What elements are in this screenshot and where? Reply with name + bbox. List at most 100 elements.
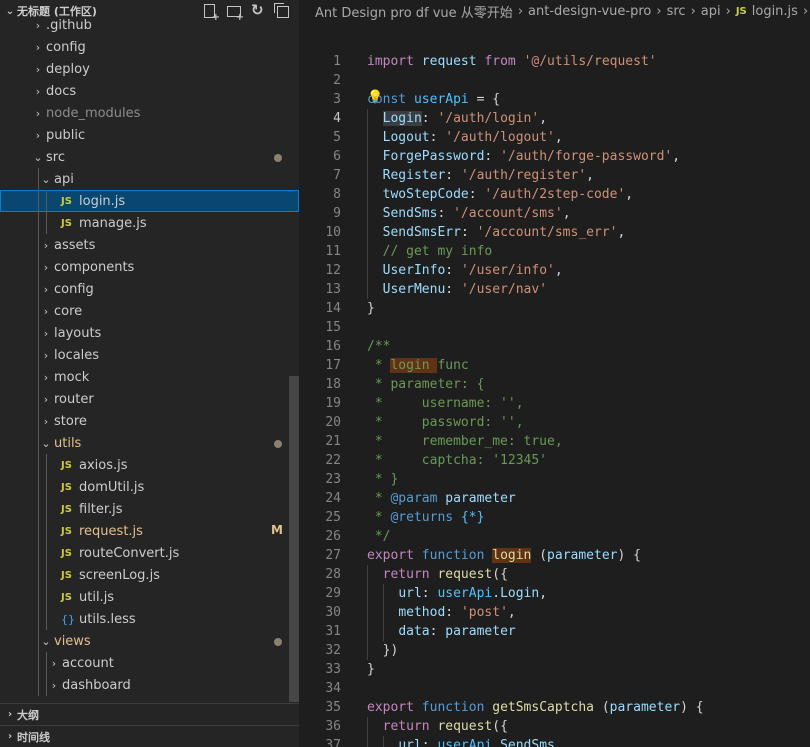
code-line[interactable]: 33}: [299, 660, 810, 679]
line-number: 19: [325, 396, 341, 411]
tree-item-dashboard[interactable]: › dashboard: [0, 674, 299, 696]
code-line[interactable]: 20 * password: '',: [299, 413, 810, 432]
timeline-panel-header[interactable]: › 时间线: [0, 725, 299, 747]
tree-item-util-js[interactable]: JS util.js: [0, 586, 299, 608]
tree-item-layouts[interactable]: › layouts: [0, 322, 299, 344]
breadcrumb-item[interactable]: Ant Design pro df vue 从零开始: [315, 2, 513, 21]
sidebar-scrollbar[interactable]: [289, 376, 299, 702]
tree-item-routeconvert-js[interactable]: JS routeConvert.js: [0, 542, 299, 564]
code-line[interactable]: 5 Logout: '/auth/logout',: [299, 128, 810, 147]
tree-item-utils[interactable]: ⌄ utils: [0, 432, 299, 454]
code-line[interactable]: 23 * }: [299, 470, 810, 489]
code-line[interactable]: 25 * @returns {*}: [299, 508, 810, 527]
code-line[interactable]: 36 return request({: [299, 717, 810, 736]
code-token: ) {: [617, 548, 641, 563]
code-line[interactable]: 14}: [299, 299, 810, 318]
code-line[interactable]: 27 export function login (parameter) {: [299, 546, 810, 565]
code-line[interactable]: 18 * parameter: {: [299, 375, 810, 394]
code-line[interactable]: 19 * username: '',: [299, 394, 810, 413]
code-line[interactable]: 16 /**: [299, 337, 810, 356]
code-line[interactable]: 15: [299, 318, 810, 337]
code-line[interactable]: 13 UserMenu: '/user/nav': [299, 280, 810, 299]
code-line[interactable]: 31 data: parameter: [299, 622, 810, 641]
code-line[interactable]: 37 url: userApi.SendSms,: [299, 736, 810, 747]
code-line[interactable]: 9 SendSms: '/account/sms',: [299, 204, 810, 223]
code-token: getSmsCaptcha: [492, 700, 594, 715]
tree-item-core[interactable]: › core: [0, 300, 299, 322]
code-line[interactable]: 32 }): [299, 641, 810, 660]
code-line[interactable]: 34: [299, 679, 810, 698]
tree-item-store[interactable]: › store: [0, 410, 299, 432]
code-line[interactable]: 29 url: userApi.Login,: [299, 584, 810, 603]
code-line[interactable]: 11 // get my info: [299, 242, 810, 261]
tree-item-screenlog-js[interactable]: JS screenLog.js: [0, 564, 299, 586]
tree-item-public[interactable]: › public: [0, 124, 299, 146]
tree-item-login-js[interactable]: JS login.js: [0, 190, 299, 212]
breadcrumb-item[interactable]: api: [701, 4, 721, 19]
tree-item-views[interactable]: ⌄ views: [0, 630, 299, 652]
code-line[interactable]: 35 export function getSmsCaptcha (paramet…: [299, 698, 810, 717]
code-line[interactable]: 7 Register: '/auth/register',: [299, 166, 810, 185]
tree-item-src[interactable]: ⌄ src: [0, 146, 299, 168]
breadcrumb-item[interactable]: ant-design-vue-pro: [528, 4, 651, 19]
line-number: 37: [325, 738, 341, 747]
breadcrumb-file[interactable]: login.js: [752, 4, 798, 19]
tree-item-api[interactable]: ⌄ api: [0, 168, 299, 190]
tree-item-config[interactable]: › config: [0, 278, 299, 300]
tree-item-components[interactable]: › components: [0, 256, 299, 278]
code-token: export: [367, 548, 414, 563]
tree-item-config[interactable]: › config: [0, 36, 299, 58]
tree-item-github[interactable]: › .github: [0, 14, 299, 36]
line-number: 9: [333, 206, 341, 221]
code-line[interactable]: 3 const userApi = {💡: [299, 90, 810, 109]
code-text: }: [367, 660, 375, 679]
tree-item-account[interactable]: › account: [0, 652, 299, 674]
lightbulb-icon[interactable]: 💡: [367, 88, 383, 107]
code-line[interactable]: 28 return request({: [299, 565, 810, 584]
code-token: * username: '',: [367, 396, 524, 411]
tree-item-utils-less[interactable]: {} utils.less: [0, 608, 299, 630]
tree-item-axios-js[interactable]: JS axios.js: [0, 454, 299, 476]
tree-item-request-js[interactable]: JS request.js M: [0, 520, 299, 542]
tree-item-assets[interactable]: › assets: [0, 234, 299, 256]
code-line[interactable]: 17 * login func: [299, 356, 810, 375]
code-line[interactable]: 30 method: 'post',: [299, 603, 810, 622]
code-line[interactable]: 6 ForgePassword: '/auth/forge-password',: [299, 147, 810, 166]
code-line[interactable]: 22 * captcha: '12345': [299, 451, 810, 470]
code-line[interactable]: 10 SendSmsErr: '/account/sms_err',: [299, 223, 810, 242]
tree-item-label: utils.less: [79, 611, 136, 627]
code-text: export function login (parameter) {: [367, 546, 641, 565]
tree-item-manage-js[interactable]: JS manage.js: [0, 212, 299, 234]
tree-item-docs[interactable]: › docs: [0, 80, 299, 102]
outline-panel-header[interactable]: › 大纲: [0, 703, 299, 725]
indent-guide: [46, 652, 47, 674]
code-line[interactable]: 4 Login: '/auth/login',: [299, 109, 810, 128]
code-lines[interactable]: 1 import request from '@/utils/request' 2 3…: [299, 52, 810, 747]
breadcrumb-item[interactable]: src: [667, 4, 686, 19]
code-text: url: userApi.Login,: [367, 584, 547, 603]
code-editor[interactable]: Ant Design pro df vue 从零开始 › ant-design-v…: [299, 0, 810, 747]
indent-guide: [38, 366, 39, 388]
tree-item-deploy[interactable]: › deploy: [0, 58, 299, 80]
tree-item-filter-js[interactable]: JS filter.js: [0, 498, 299, 520]
tree-item-locales[interactable]: › locales: [0, 344, 299, 366]
code-line[interactable]: 24 * @param parameter: [299, 489, 810, 508]
tree-item-node-modules[interactable]: › node_modules: [0, 102, 299, 124]
indent-guide: [38, 630, 39, 652]
code-token: // get my info: [382, 244, 493, 259]
code-line[interactable]: 8 twoStepCode: '/auth/2step-code',: [299, 185, 810, 204]
tree-item-domutil-js[interactable]: JS domUtil.js: [0, 476, 299, 498]
indent-guide: [38, 212, 39, 234]
tree-item-label: mock: [54, 369, 90, 385]
tree-item-mock[interactable]: › mock: [0, 366, 299, 388]
code-line[interactable]: 21 * remember_me: true,: [299, 432, 810, 451]
code-line[interactable]: 1 import request from '@/utils/request': [299, 52, 810, 71]
code-token: * }: [367, 472, 399, 487]
code-line[interactable]: 26 */: [299, 527, 810, 546]
code-line[interactable]: 12 UserInfo: '/user/info',: [299, 261, 810, 280]
code-text: UserInfo: '/user/info',: [367, 261, 563, 280]
tree-item-router[interactable]: › router: [0, 388, 299, 410]
